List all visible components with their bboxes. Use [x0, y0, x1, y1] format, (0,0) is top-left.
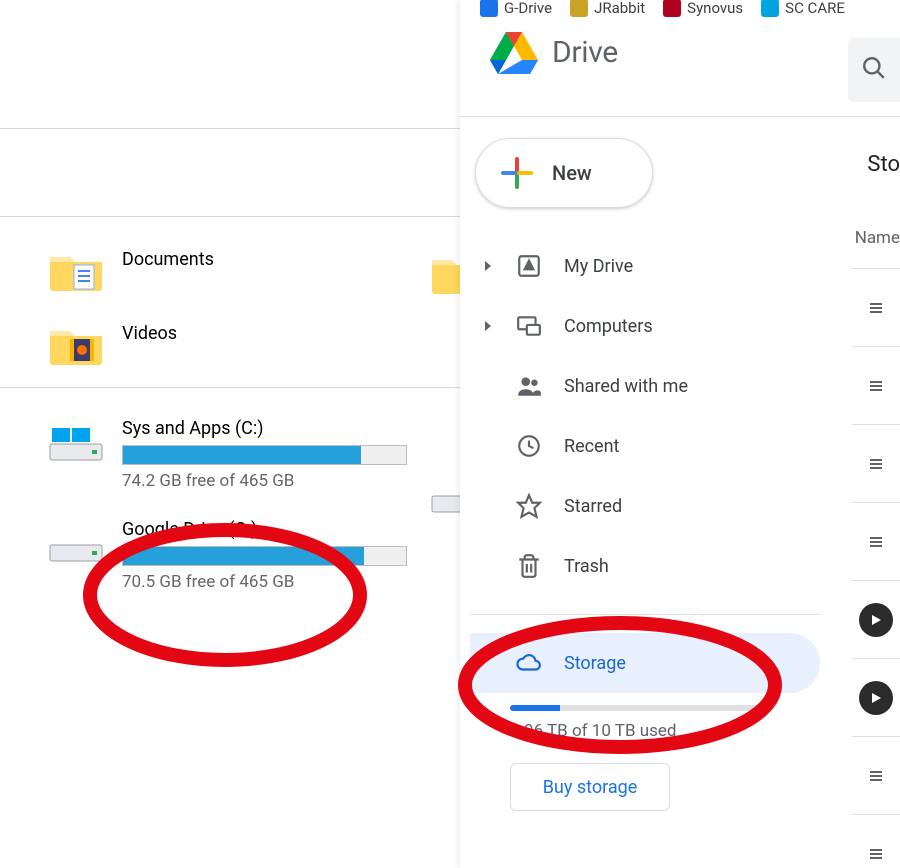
drive-header: Drive — [490, 30, 618, 74]
nav-computers[interactable]: Computers — [470, 296, 820, 356]
nav-label: My Drive — [564, 256, 633, 277]
bookmark-label: Synovus — [687, 0, 743, 17]
list-row[interactable] — [852, 424, 900, 502]
nav-trash[interactable]: Trash — [470, 536, 820, 596]
column-header-name: Name — [855, 228, 900, 248]
nav-label: Starred — [564, 496, 622, 517]
drive-brand-title: Drive — [552, 35, 618, 70]
nav-label: Storage — [564, 653, 626, 674]
video-thumbnail — [859, 603, 893, 637]
drive-title: Google Drive (G:) — [122, 519, 407, 540]
list-row[interactable] — [852, 580, 900, 658]
nav-my-drive[interactable]: My Drive — [470, 236, 820, 296]
folder-label: Videos — [122, 323, 177, 344]
recent-icon — [516, 433, 542, 459]
google-drive-panel: G-Drive JRabbit Synovus SC CARE Drive Ne… — [460, 0, 900, 868]
drive-usage-bar — [122, 546, 407, 566]
drive-title: Sys and Apps (C:) — [122, 418, 407, 439]
nav-storage[interactable]: Storage — [470, 633, 820, 693]
bookmark-label: G-Drive — [504, 0, 552, 17]
nav-label: Shared with me — [564, 376, 688, 397]
list-row[interactable] — [852, 268, 900, 346]
bookmark-jrabbit[interactable]: JRabbit — [570, 0, 645, 17]
nav-shared-with-me[interactable]: Shared with me — [470, 356, 820, 416]
drive-free-text: 70.5 GB free of 465 GB — [122, 572, 407, 592]
list-row[interactable] — [852, 736, 900, 814]
folder-icon — [48, 247, 104, 293]
new-button[interactable]: New — [475, 138, 653, 208]
bookmark-gdrive[interactable]: G-Drive — [480, 0, 552, 17]
trash-icon — [516, 553, 542, 579]
page-title-partial: Sto — [867, 152, 900, 177]
drag-handle-icon — [868, 846, 884, 862]
list-row[interactable] — [852, 346, 900, 424]
plus-icon — [500, 156, 534, 190]
bookmark-label: SC CARE — [785, 0, 845, 17]
new-button-label: New — [552, 161, 592, 185]
expand-arrow-icon[interactable] — [482, 260, 494, 272]
nav-label: Computers — [564, 316, 653, 337]
bookmarks-bar: G-Drive JRabbit Synovus SC CARE — [480, 0, 900, 20]
my-drive-icon — [516, 253, 542, 279]
nav-recent[interactable]: Recent — [470, 416, 820, 476]
drive-usage-bar — [122, 445, 407, 465]
folder-label: Documents — [122, 249, 214, 270]
drag-handle-icon — [868, 300, 884, 316]
drag-handle-icon — [868, 768, 884, 784]
content-column-edge: Sto Name — [852, 140, 900, 860]
list-row[interactable] — [852, 814, 900, 868]
storage-usage-text: 1.96 TB of 10 TB used — [510, 721, 820, 741]
star-icon — [516, 493, 542, 519]
buy-storage-label: Buy storage — [543, 777, 638, 798]
drag-handle-icon — [868, 378, 884, 394]
drag-handle-icon — [868, 534, 884, 550]
list-row[interactable] — [852, 658, 900, 736]
local-disk-icon — [48, 519, 104, 565]
bookmark-synovus[interactable]: Synovus — [663, 0, 743, 17]
local-disk-icon — [48, 418, 104, 464]
search-button[interactable] — [848, 38, 900, 102]
drive-free-text: 74.2 GB free of 465 GB — [122, 471, 407, 491]
bookmark-label: JRabbit — [594, 0, 645, 17]
drag-handle-icon — [868, 456, 884, 472]
computers-icon — [516, 313, 542, 339]
shared-icon — [516, 373, 542, 399]
expand-arrow-icon[interactable] — [482, 320, 494, 332]
folder-icon — [48, 321, 104, 367]
search-icon — [861, 55, 887, 85]
nav-label: Trash — [564, 556, 609, 577]
google-drive-logo-icon — [490, 30, 538, 74]
nav-label: Recent — [564, 436, 619, 457]
drive-nav: My Drive Computers Shared with me Recent — [470, 236, 820, 811]
list-row[interactable] — [852, 502, 900, 580]
storage-usage-bar — [510, 705, 760, 711]
nav-starred[interactable]: Starred — [470, 476, 820, 536]
video-thumbnail — [859, 681, 893, 715]
bookmark-sc-care[interactable]: SC CARE — [761, 0, 845, 17]
buy-storage-button[interactable]: Buy storage — [510, 763, 670, 811]
cloud-icon — [516, 650, 542, 676]
